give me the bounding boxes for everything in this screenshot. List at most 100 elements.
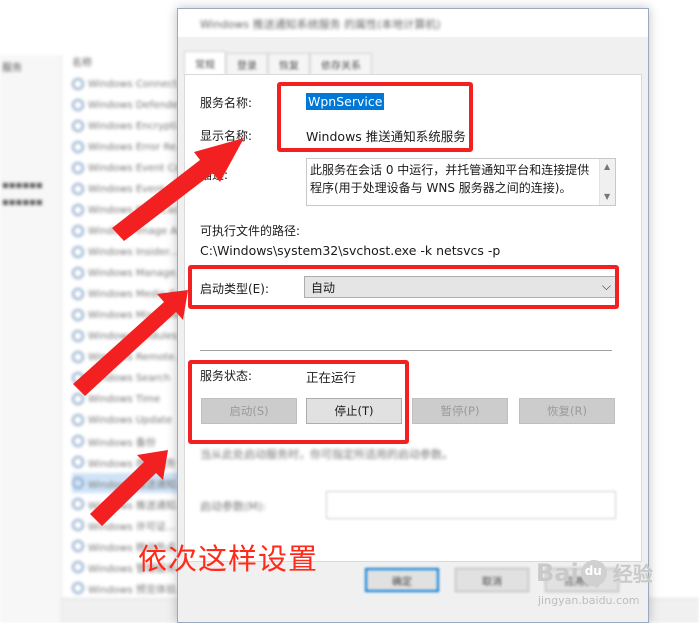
service-list-row[interactable]: Windows Connect... <box>72 74 187 94</box>
service-list-row-name: Windows 推送通知... <box>88 479 186 491</box>
service-list-row-name: Windows Media P... <box>88 288 184 300</box>
list-header-name: 名称 <box>72 58 92 69</box>
scroll-down-icon[interactable]: ▼ <box>604 192 610 201</box>
service-list-row-name: Windows Font Cac... <box>88 204 189 216</box>
service-name-label: 服务名称: <box>200 96 253 110</box>
gear-icon <box>72 372 84 384</box>
service-list-row[interactable]: Windows 推送通知... <box>72 473 186 493</box>
service-list-row[interactable]: Windows Manage... <box>72 263 185 283</box>
scroll-up-icon[interactable]: ▲ <box>604 162 610 171</box>
service-list-row[interactable]: Windows Error Re... <box>72 137 186 157</box>
service-list-row-name: Windows Update <box>88 414 173 426</box>
service-list-row-name: Windows Insider... <box>88 246 179 258</box>
executable-path-label: 可执行文件的路径: <box>200 224 301 238</box>
service-list-row-name: Windows Error Re... <box>88 141 186 153</box>
tab-logon[interactable]: 登录 <box>226 53 268 75</box>
service-list-row[interactable]: Windows Remote... <box>72 347 184 367</box>
service-list-row-name: Windows Mixed Re... <box>88 309 191 321</box>
gear-icon <box>72 477 84 489</box>
gear-icon <box>72 330 84 342</box>
service-list-row-name: Windows Search <box>88 372 171 384</box>
service-list-row[interactable]: Windows Image Ac... <box>72 221 192 241</box>
service-list-row-name: Windows 预览体验... <box>88 584 186 596</box>
dialog-title: Windows 推送通知系统服务 的属性(本地计算机) <box>200 18 441 31</box>
service-list-row[interactable]: Windows Mixed Re... <box>72 305 191 325</box>
gear-icon <box>72 267 84 279</box>
service-list-row-name: Windows 推送通知... <box>88 500 186 512</box>
service-list-row-name: Windows Encrypti... <box>88 120 187 132</box>
service-list-row[interactable]: Windows Search <box>72 368 170 388</box>
description-label: 描述: <box>200 168 229 182</box>
service-list-row-name: Windows 感知服务 <box>88 458 176 470</box>
service-list-row[interactable]: Windows Encrypti... <box>72 116 187 136</box>
gear-icon <box>72 78 84 90</box>
service-list-row[interactable]: Windows Defende... <box>72 95 188 115</box>
gear-icon <box>72 225 84 237</box>
service-list-row-name: Windows 备份 <box>88 437 156 449</box>
tab-general[interactable]: 常规 <box>184 51 226 75</box>
gear-icon <box>72 309 84 321</box>
service-list-row-name: Windows Time <box>88 393 161 405</box>
service-list-row[interactable]: Windows 备份 <box>72 431 156 451</box>
service-list-row-name: Windows Manage... <box>88 267 186 279</box>
gear-icon <box>72 393 84 405</box>
service-list-row[interactable]: Windows Update <box>72 410 172 430</box>
service-list-row[interactable]: Windows Event Log <box>72 179 186 199</box>
service-list-row-name: Windows Event Log <box>88 183 186 195</box>
highlight-box-startup-type <box>188 265 619 309</box>
gear-icon <box>72 414 84 426</box>
service-list-row[interactable]: Windows 预览体验... <box>72 578 185 598</box>
start-params-input[interactable] <box>326 491 616 519</box>
executable-path-value: C:\Windows\system32\svchost.exe -k netsv… <box>200 243 501 258</box>
gear-icon <box>72 498 84 510</box>
baidu-paw-icon <box>580 559 607 586</box>
gear-icon <box>72 99 84 111</box>
highlight-box-service-status <box>188 360 409 444</box>
service-list-row[interactable]: Windows Font Cac... <box>72 200 189 220</box>
annotation-caption: 依次这样设置 <box>138 542 319 576</box>
service-list-row[interactable]: Windows 感知服务 <box>72 452 176 472</box>
gear-icon <box>72 288 84 300</box>
service-list-row[interactable]: Windows Modules... <box>72 326 187 346</box>
service-list-row[interactable]: Windows Insider... <box>72 242 178 262</box>
dialog-tabs: 常规 登录 恢复 依存关系 <box>184 51 372 75</box>
service-list-row[interactable]: Windows 推送通知... <box>72 494 185 514</box>
tab-recovery[interactable]: 恢复 <box>268 53 310 75</box>
gear-icon <box>72 183 84 195</box>
service-list-row-name: Windows Modules... <box>88 330 187 342</box>
gear-icon <box>72 120 84 132</box>
tab-dependencies[interactable]: 依存关系 <box>310 53 372 75</box>
watermark-brand: Bai <box>536 558 579 587</box>
gear-icon <box>72 561 84 573</box>
gear-icon <box>72 204 84 216</box>
watermark-url: jingyan.baidu.com <box>538 594 640 607</box>
service-list-row[interactable]: Windows 许可证... <box>72 515 175 535</box>
ok-button[interactable]: 确定 <box>365 568 439 592</box>
cancel-button[interactable]: 取消 <box>455 568 529 592</box>
description-scrollbar[interactable]: ▲ ▼ <box>599 159 615 205</box>
dialog-titlebar[interactable]: Windows 推送通知系统服务 的属性(本地计算机) <box>178 9 648 37</box>
highlight-box-service-name <box>277 82 473 152</box>
description-text: 此服务在会话 0 中运行，并托管通知平台和连接提供程序(用于处理设备与 WNS … <box>310 163 590 195</box>
start-params-label: 启动参数(M): <box>200 500 266 513</box>
display-name-label: 显示名称: <box>200 129 253 143</box>
pause-button[interactable]: 暂停(P) <box>412 398 508 424</box>
gear-icon <box>72 582 84 594</box>
service-list-row-name: Windows Connect... <box>88 78 187 90</box>
gear-icon <box>72 351 84 363</box>
service-list-row-name: Windows Remote... <box>88 351 184 363</box>
gear-icon <box>72 456 84 468</box>
resume-button[interactable]: 恢复(R) <box>519 398 615 424</box>
section-divider <box>200 350 612 351</box>
service-list-row[interactable]: Windows Event Co... <box>72 158 190 178</box>
gear-icon <box>72 435 84 447</box>
service-list-row[interactable]: Windows Time <box>72 389 160 409</box>
description-box[interactable]: 此服务在会话 0 中运行，并托管通知平台和连接提供程序(用于处理设备与 WNS … <box>306 158 616 206</box>
baidu-jingyan-watermark: Bai 经验 jingyan.baidu.com <box>536 558 696 618</box>
watermark-jingyan: 经验 <box>612 562 653 586</box>
gear-icon <box>72 540 84 552</box>
service-list-row[interactable]: Windows Media P... <box>72 284 183 304</box>
service-list-row-name: Windows 许可证... <box>88 521 176 533</box>
start-params-hint: 当从此处启动服务时，你可指定所适用的启动参数。 <box>200 448 453 461</box>
gear-icon <box>72 162 84 174</box>
